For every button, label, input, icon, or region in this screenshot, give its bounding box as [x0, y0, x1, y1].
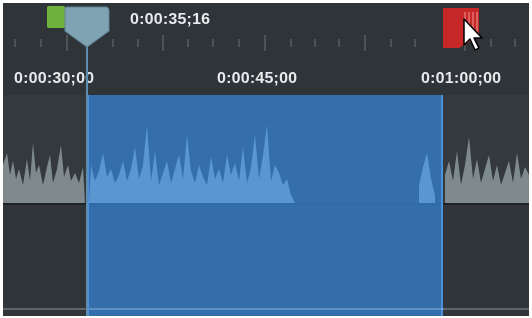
ruler-label-1: 0:00:45;00: [217, 70, 298, 87]
track-area[interactable]: [3, 95, 529, 316]
selected-range[interactable]: [87, 95, 445, 316]
ruler-label-2: 0:01:00;00: [421, 70, 502, 87]
playhead-line[interactable]: [86, 43, 88, 316]
playhead-time-readout: 0:00:35;16: [130, 11, 211, 28]
ruler-label-0: 0:00:30;00: [14, 70, 95, 87]
mouse-pointer-icon: [463, 18, 483, 51]
timeline-frame: 0:00:35;16 0:00:30;00 0:00:45;00 0:01:00…: [3, 3, 529, 316]
selected-waveform: [89, 125, 445, 310]
playhead-handle[interactable]: [63, 5, 111, 49]
